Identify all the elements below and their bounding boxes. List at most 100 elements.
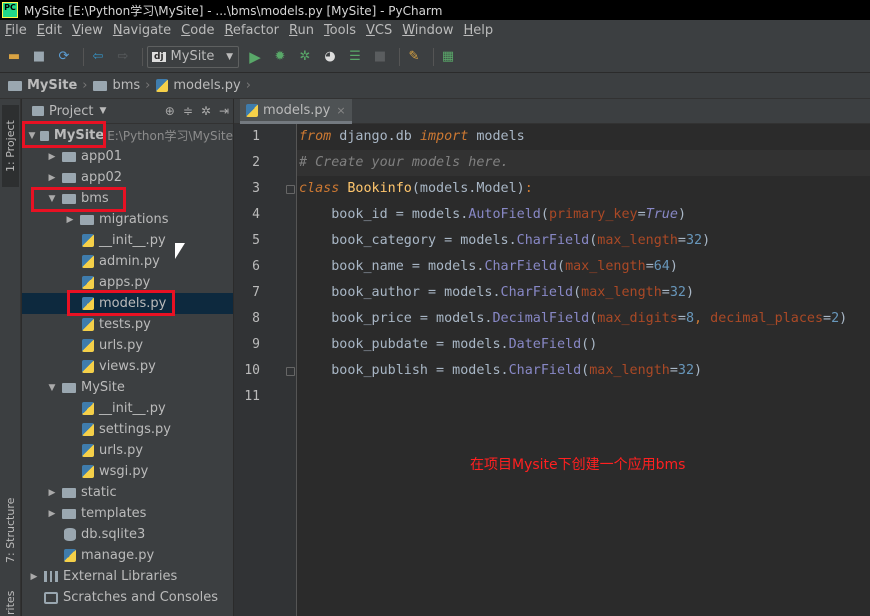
chevron-right-icon[interactable]: ▶ — [46, 509, 58, 519]
tree-item[interactable]: ▼ MySite — [22, 377, 233, 398]
fold-marker-icon[interactable] — [286, 367, 295, 376]
chevron-right-icon[interactable]: ▶ — [46, 152, 58, 162]
code-line[interactable]: book_pubdate = models.DateField() — [299, 332, 597, 358]
menu-run[interactable]: Run — [284, 23, 319, 38]
code-line[interactable]: from django.db import models — [299, 124, 525, 150]
code-line[interactable]: book_name = models.CharField(max_length=… — [299, 254, 678, 280]
chevron-right-icon[interactable]: ▶ — [28, 572, 40, 582]
tree-item[interactable]: manage.py — [22, 545, 233, 566]
tree-item[interactable]: tests.py — [22, 314, 233, 335]
menu-vcs[interactable]: VCS — [361, 23, 397, 38]
code-token: book_name = models. — [299, 259, 485, 274]
chevron-down-icon: ▼ — [226, 51, 233, 62]
main-toolbar: ▬ ■ ⟳ ⇦ ⇨ dj MySite ▼ ▶ ✹ ✲ ◕ ☰ ■ ✎ ▦ — [0, 41, 870, 73]
tree-item[interactable]: db.sqlite3 — [22, 524, 233, 545]
forward-arrow-icon[interactable]: ⇨ — [113, 47, 133, 67]
tree-item[interactable]: ▶ templates — [22, 503, 233, 524]
run-icon[interactable]: ▶ — [245, 47, 265, 67]
tree-item-label: app02 — [81, 170, 123, 185]
chevron-down-icon[interactable]: ▼ — [99, 106, 106, 116]
breadcrumb-item-mysite[interactable]: MySite › — [8, 78, 93, 93]
menu-refactor[interactable]: Refactor — [219, 23, 284, 38]
project-view-selector[interactable]: Project — [49, 104, 93, 119]
code-line[interactable]: class Bookinfo(models.Model): — [299, 176, 533, 202]
open-folder-icon[interactable]: ▬ — [4, 47, 24, 67]
code-editor[interactable]: 1 2 3 4 5 6 7 8 9 10 11 from django.db import mode… — [234, 124, 870, 616]
code-line[interactable]: book_publish = models.CharField(max_leng… — [299, 358, 702, 384]
code-token: book_publish = models. — [299, 363, 509, 378]
sync-icon[interactable]: ⟳ — [54, 47, 74, 67]
tree-item[interactable]: ▶ External Libraries — [22, 566, 233, 587]
back-arrow-icon[interactable]: ⇦ — [88, 47, 108, 67]
tree-item[interactable]: Scratches and Consoles — [22, 587, 233, 608]
menu-label: un — [297, 23, 314, 38]
code-line[interactable]: book_category = models.CharField(max_len… — [299, 228, 710, 254]
tree-item[interactable]: __init__.py — [22, 398, 233, 419]
tree-item[interactable]: admin.py — [22, 251, 233, 272]
tree-item[interactable]: urls.py — [22, 335, 233, 356]
code-token: primary_key — [548, 207, 638, 222]
tree-item-label: MySite — [81, 380, 125, 395]
code-token: 32 — [669, 285, 686, 300]
debug-icon[interactable]: ✹ — [270, 47, 290, 67]
tree-item[interactable]: __init__.py — [22, 230, 233, 251]
tree-item[interactable]: ▶ app01 — [22, 146, 233, 167]
coverage-icon[interactable]: ✲ — [295, 47, 315, 67]
stop-icon[interactable]: ■ — [370, 47, 390, 67]
tree-item[interactable]: ▶ app02 — [22, 167, 233, 188]
run-configuration-dropdown[interactable]: dj MySite ▼ — [147, 45, 239, 68]
tree-item[interactable]: ▶ static — [22, 482, 233, 503]
editor-tab-bar: models.py × — [234, 99, 870, 124]
chevron-right-icon[interactable]: ▶ — [46, 173, 58, 183]
code-token: True — [645, 207, 678, 222]
concurrency-icon[interactable]: ☰ — [345, 47, 365, 67]
tab-project-tool-window[interactable]: 1: Project — [2, 105, 19, 187]
menu-window[interactable]: Window — [397, 23, 458, 38]
menu-label: indow — [414, 23, 454, 38]
code-line[interactable]: book_author = models.CharField(max_lengt… — [299, 280, 694, 306]
sdk-manager-icon[interactable]: ▦ — [438, 47, 458, 67]
breadcrumb-label: MySite — [27, 78, 78, 93]
hide-panel-icon[interactable]: ⇥ — [219, 104, 229, 118]
code-line[interactable]: book_price = models.DecimalField(max_dig… — [299, 306, 847, 332]
profile-icon[interactable]: ◕ — [320, 47, 340, 67]
pycharm-logo-icon: PC — [2, 2, 18, 18]
tree-item[interactable]: settings.py — [22, 419, 233, 440]
menu-mnemonic: W — [402, 23, 415, 38]
tab-favorites-tool-window[interactable]: rites — [2, 589, 19, 616]
tab-models-py[interactable]: models.py × — [240, 99, 352, 124]
save-icon[interactable]: ■ — [29, 47, 49, 67]
tree-item[interactable]: views.py — [22, 356, 233, 377]
breadcrumb-item-bms[interactable]: bms › — [93, 78, 156, 93]
highlight-box-models — [67, 290, 175, 316]
tree-item[interactable]: urls.py — [22, 440, 233, 461]
menu-file[interactable]: File — [0, 23, 32, 38]
breadcrumb-item-models[interactable]: models.py › — [156, 78, 257, 93]
tree-item[interactable]: ▶ migrations — [22, 209, 233, 230]
menu-help[interactable]: Help — [459, 23, 499, 38]
tree-item-label: db.sqlite3 — [81, 527, 146, 542]
menu-view[interactable]: View — [67, 23, 108, 38]
settings-wrench-icon[interactable]: ✎ — [404, 47, 424, 67]
gear-icon[interactable]: ✲ — [201, 104, 211, 118]
menu-mnemonic: R — [224, 23, 233, 38]
menu-navigate[interactable]: Navigate — [108, 23, 176, 38]
chevron-right-icon[interactable]: ▶ — [46, 488, 58, 498]
locate-file-icon[interactable]: ⊕ — [165, 104, 175, 118]
chevron-down-icon[interactable]: ▼ — [46, 383, 58, 393]
tree-item-label: urls.py — [99, 338, 144, 353]
code-token: book_author = models. — [299, 285, 501, 300]
code-line[interactable]: book_id = models.AutoField(primary_key=T… — [299, 202, 686, 228]
tab-structure-tool-window[interactable]: 7: Structure — [2, 491, 19, 569]
code-line[interactable]: # Create your models here. — [299, 150, 509, 176]
menu-tools[interactable]: Tools — [319, 23, 361, 38]
tree-item[interactable]: wsgi.py — [22, 461, 233, 482]
code-token: ( — [540, 207, 549, 222]
menu-edit[interactable]: Edit — [32, 23, 67, 38]
chevron-right-icon: › — [245, 78, 251, 93]
menu-code[interactable]: Code — [176, 23, 219, 38]
chevron-right-icon[interactable]: ▶ — [64, 215, 76, 225]
collapse-all-icon[interactable]: ≑ — [183, 104, 193, 118]
close-icon[interactable]: × — [336, 104, 345, 117]
fold-marker-icon[interactable] — [286, 185, 295, 194]
